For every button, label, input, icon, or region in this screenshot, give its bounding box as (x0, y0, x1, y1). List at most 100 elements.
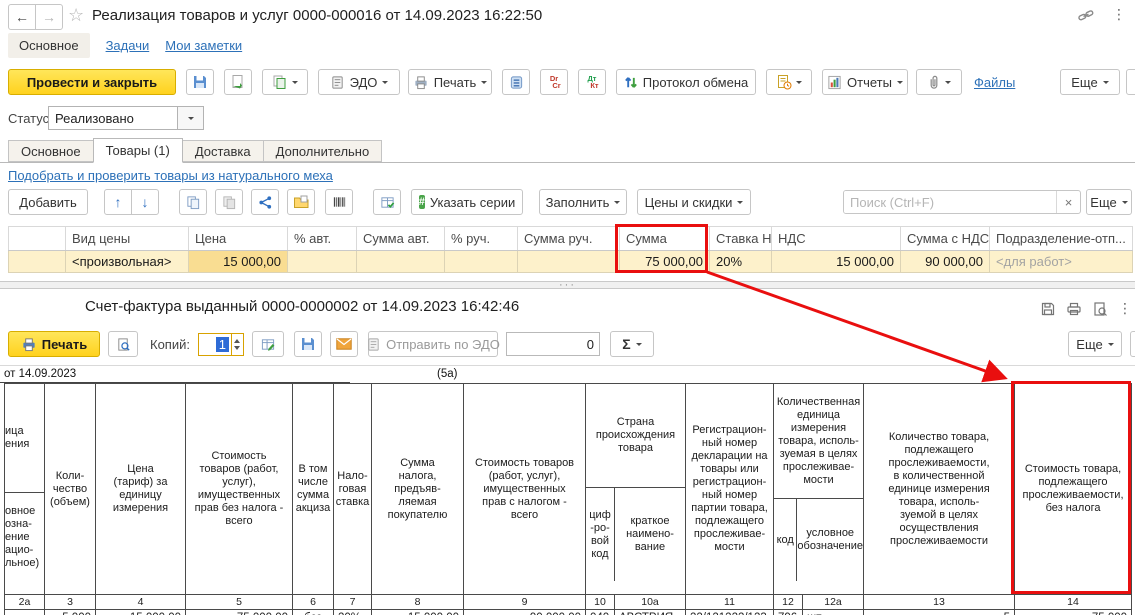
nav-item-main[interactable]: Основное (8, 33, 90, 58)
search-box: × (843, 190, 1081, 214)
window-menu-kebab-icon[interactable]: ⋮ (1112, 6, 1126, 23)
row-selector-cell[interactable] (9, 251, 66, 273)
nav-item-notes[interactable]: Мои заметки (165, 38, 242, 53)
close-icon: × (1065, 195, 1073, 210)
col-pct-avt: % авт. (288, 227, 357, 251)
dtkt-button[interactable]: ДтКт (578, 69, 606, 95)
summa-avt-cell[interactable] (357, 251, 445, 273)
tab-dopolnitelno[interactable]: Дополнительно (263, 140, 383, 162)
move-to-folder-button[interactable] (287, 189, 315, 215)
nav-item-tasks[interactable]: Задачи (106, 38, 150, 53)
more-button[interactable]: Еще (1068, 331, 1122, 357)
print-button[interactable]: Печать (408, 69, 492, 95)
move-down-button[interactable]: ↓ (131, 189, 159, 215)
post-close-variants-button[interactable] (262, 69, 308, 95)
save-button[interactable] (294, 331, 322, 357)
print-icon[interactable] (1066, 301, 1082, 317)
preview-button[interactable] (108, 331, 138, 357)
specify-series-button[interactable]: # Указать серии (411, 189, 523, 215)
col-13-header: Количество товара, подлежащего прослежив… (864, 384, 1015, 595)
col-7-header: Нало- говая ставка (334, 384, 372, 595)
send-email-button[interactable] (330, 331, 358, 357)
cell-4-price: 15 000,00 (96, 610, 186, 615)
pct-avt-cell[interactable] (288, 251, 357, 273)
search-input[interactable] (844, 191, 1056, 213)
goods-table[interactable]: Вид цены Цена % авт. Сумма авт. % руч. С… (8, 226, 1133, 273)
tab-dostavka[interactable]: Доставка (182, 140, 264, 162)
reports-button[interactable]: Отчеты (822, 69, 908, 95)
prices-discounts-button[interactable]: Цены и скидки (637, 189, 751, 215)
print-button[interactable]: Печать (8, 331, 100, 357)
col-5-header: Стоимость товаров (работ, услуг), имущес… (186, 384, 293, 595)
status-label: Статус: (8, 111, 53, 126)
copies-stepper[interactable]: 1 (198, 333, 244, 356)
edo-button[interactable]: ЭДО (318, 69, 400, 95)
scheduled-tasks-button[interactable] (766, 69, 812, 95)
back-button[interactable]: ← (8, 4, 36, 30)
delete-row-button[interactable] (215, 189, 243, 215)
series-label: Указать серии (430, 195, 515, 210)
history-nav: ← → (8, 4, 63, 30)
help-button[interactable]: ? (1130, 331, 1135, 357)
attachments-button[interactable] (916, 69, 962, 95)
counter-field[interactable]: 0 (506, 332, 600, 356)
add-row-button[interactable]: Добавить (8, 189, 88, 215)
post-and-close-button[interactable]: Провести и закрыть (8, 69, 176, 95)
status-select[interactable]: Реализовано (48, 106, 178, 130)
save-button[interactable] (186, 69, 214, 95)
nds-cell[interactable]: 15 000,00 (772, 251, 901, 273)
counter-value: 0 (587, 337, 594, 352)
tab-osnovnoe[interactable]: Основное (8, 140, 94, 162)
move-up-button[interactable]: ↑ (104, 189, 132, 215)
podrazdelenie-cell[interactable]: <для работ> (990, 251, 1133, 273)
drcr-button[interactable]: DrCr (540, 69, 568, 95)
related-documents-button[interactable] (502, 69, 530, 95)
window-menu-kebab-icon[interactable]: ⋮ (1118, 300, 1132, 317)
cell-5-amount: 75 000,00 (186, 610, 293, 615)
stepper-arrows[interactable] (231, 334, 243, 355)
sum-button[interactable]: Σ (610, 331, 654, 357)
table-more-button[interactable]: Еще (1086, 189, 1132, 215)
exchange-protocol-button[interactable]: Протокол обмена (616, 69, 756, 95)
pct-ruch-cell[interactable] (445, 251, 518, 273)
cell-3-quantity: 5,000 (45, 610, 96, 615)
clear-search-button[interactable]: × (1056, 191, 1080, 213)
get-link-icon[interactable] (1078, 9, 1094, 23)
help-button[interactable]: ? (1126, 69, 1135, 95)
edit-spreadsheet-button[interactable] (252, 331, 284, 357)
cena-cell[interactable]: 15 000,00 (189, 251, 288, 273)
summa-s-nds-cell[interactable]: 90 000,00 (901, 251, 990, 273)
invoice-table: ица ения овное озна- ение ацио- льное) К… (4, 383, 1132, 615)
col-vid-ceny: Вид цены (66, 227, 189, 251)
summa-cell[interactable]: 75 000,00 (620, 251, 710, 273)
post-button[interactable] (224, 69, 252, 95)
favorite-star-icon[interactable]: ☆ (68, 5, 84, 26)
send-edo-button[interactable]: Отправить по ЭДО (368, 331, 498, 357)
share-button[interactable] (251, 189, 279, 215)
fur-products-link[interactable]: Подобрать и проверить товары из натураль… (8, 168, 333, 183)
fill-button[interactable]: Заполнить (539, 189, 627, 215)
forward-button[interactable]: → (35, 4, 63, 30)
stavka-nds-cell[interactable]: 20% (710, 251, 772, 273)
more-button[interactable]: Еще (1060, 69, 1120, 95)
barcode-icon (332, 195, 347, 209)
copy-row-button[interactable] (179, 189, 207, 215)
save-icon[interactable] (1040, 301, 1056, 317)
invoice-preview[interactable]: от 14.09.2023 (5а) ица ения овное озна- … (0, 365, 1135, 615)
cell-13-trace-qty: 5 (864, 610, 1015, 615)
dropdown-caret-icon (382, 81, 388, 84)
summa-ruch-cell[interactable] (518, 251, 620, 273)
more-label: Еще (1090, 195, 1116, 210)
tab-tovary[interactable]: Товары (1) (93, 138, 183, 163)
barcode-scan-button[interactable] (325, 189, 353, 215)
window-splitter[interactable]: ··· (0, 281, 1135, 289)
status-dropdown-button[interactable] (178, 106, 204, 130)
vid-ceny-cell[interactable]: <произвольная> (66, 251, 189, 273)
preview-icon[interactable] (1092, 301, 1108, 317)
check-fill-button[interactable] (373, 189, 401, 215)
cell-6-excise: без акциза (293, 610, 334, 615)
files-link[interactable]: Файлы (974, 75, 1015, 90)
goods-data-row[interactable]: <произвольная> 15 000,00 75 000,00 20% 1… (9, 251, 1133, 273)
invoice-date-line: от 14.09.2023 (4, 368, 76, 380)
dropdown-caret-icon (1122, 201, 1128, 204)
